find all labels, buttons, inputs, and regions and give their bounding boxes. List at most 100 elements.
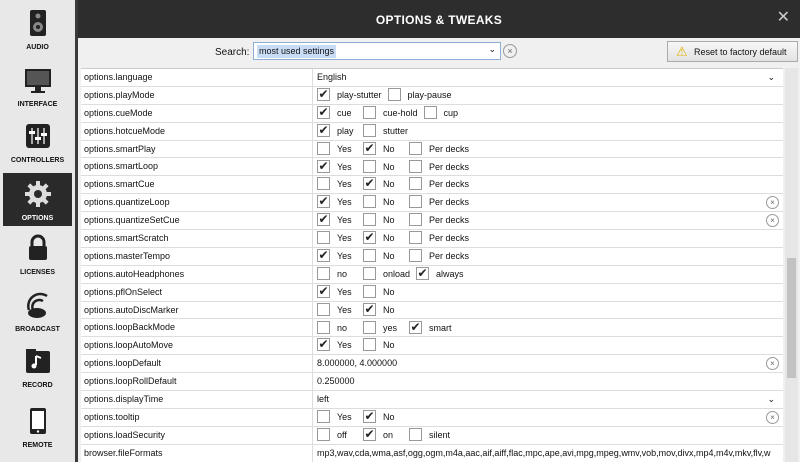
checkbox[interactable]	[317, 177, 330, 191]
option-choice: off	[317, 427, 357, 444]
scrollbar-thumb[interactable]	[787, 258, 796, 378]
sidebar-item-licenses[interactable]: LICENSES	[3, 227, 72, 280]
checkbox[interactable]	[317, 266, 330, 280]
checkbox[interactable]	[409, 231, 422, 245]
reset-option-icon[interactable]: ×	[766, 357, 779, 371]
option-choices: Yes ✔ No ×	[313, 409, 783, 426]
chevron-down-icon[interactable]: ⌄	[767, 391, 775, 408]
option-choice: Yes	[317, 176, 357, 193]
search-input[interactable]: most used settings ⌄	[253, 42, 501, 60]
option-choice: ✔ play	[317, 123, 357, 140]
chevron-down-icon[interactable]: ⌄	[767, 69, 775, 86]
checkbox[interactable]	[409, 159, 422, 173]
checkbox-checked[interactable]: ✔	[363, 410, 376, 424]
checkbox-checked[interactable]: ✔	[409, 320, 422, 334]
option-text-field[interactable]: 0.250000	[313, 373, 783, 390]
option-dropdown[interactable]: English ⌄	[313, 69, 783, 86]
checkbox[interactable]	[387, 88, 401, 102]
checkbox[interactable]	[363, 284, 376, 298]
checkbox[interactable]	[363, 213, 376, 227]
checkbox-checked[interactable]: ✔	[363, 302, 376, 316]
checkbox-label: Per decks	[429, 161, 470, 172]
checkbox-checked[interactable]: ✔	[317, 105, 330, 119]
option-choice: cue-hold	[363, 105, 418, 122]
checkbox-checked[interactable]: ✔	[363, 427, 376, 441]
close-button[interactable]: ✕	[777, 9, 790, 27]
checkbox[interactable]	[317, 302, 330, 316]
option-row: options.quantizeSetCue ✔ Yes No Per decks ×	[81, 212, 783, 231]
checkbox[interactable]	[409, 195, 422, 209]
checkbox-checked[interactable]: ✔	[363, 231, 376, 245]
checkbox[interactable]	[363, 338, 376, 352]
option-choices: no onload ✔ always	[313, 266, 783, 283]
checkbox[interactable]	[409, 141, 422, 155]
sidebar-item-interface[interactable]: INTERFACE	[3, 59, 72, 112]
checkbox[interactable]	[409, 249, 422, 263]
option-choices: Yes ✔ No	[313, 302, 783, 319]
option-row: browser.fileFormats mp3,wav,cda,wma,asf,o…	[81, 444, 783, 462]
option-text-field[interactable]: 8.000000, 4.000000 ×	[313, 355, 783, 372]
option-choice: ✔ play-stutter	[317, 87, 382, 104]
checkbox[interactable]	[423, 105, 437, 119]
option-choices: Yes ✔ No Per decks	[313, 230, 783, 247]
reset-option-icon[interactable]: ×	[766, 196, 779, 210]
checkbox-checked[interactable]: ✔	[317, 123, 330, 137]
scrollbar[interactable]	[785, 68, 798, 462]
checkbox-checked[interactable]: ✔	[416, 266, 430, 280]
checkbox-checked[interactable]: ✔	[317, 338, 330, 352]
option-choice: ✔ No	[363, 302, 403, 319]
checkbox-label: on	[383, 429, 394, 440]
option-row: options.tooltip Yes ✔ No ×	[81, 408, 783, 427]
checkbox[interactable]	[317, 427, 330, 441]
reset-option-icon[interactable]: ×	[766, 214, 779, 228]
checkbox-label: cue	[337, 107, 352, 118]
reset-factory-default-button[interactable]: ⚠ Reset to factory default	[667, 41, 798, 62]
checkbox-checked[interactable]: ✔	[317, 159, 330, 173]
checkbox-label: onload	[383, 268, 411, 279]
checkbox[interactable]	[409, 213, 422, 227]
checkbox-checked[interactable]: ✔	[363, 177, 376, 191]
checkbox[interactable]	[363, 159, 376, 173]
checkbox[interactable]	[363, 123, 376, 137]
sidebar-item-controllers[interactable]: CONTROLLERS	[3, 115, 72, 168]
checkbox[interactable]	[317, 320, 330, 334]
checkbox[interactable]	[409, 427, 422, 441]
checkbox-checked[interactable]: ✔	[317, 213, 330, 227]
reset-option-icon[interactable]: ×	[766, 410, 779, 424]
checkbox-checked[interactable]: ✔	[317, 88, 330, 102]
sidebar-item-broadcast[interactable]: BROADCAST	[3, 284, 72, 337]
checkbox-checked[interactable]: ✔	[317, 249, 330, 263]
checkbox-checked[interactable]: ✔	[317, 195, 330, 209]
checkbox[interactable]	[317, 141, 330, 155]
checkbox[interactable]	[363, 105, 376, 119]
sidebar: AUDIO INTERFACE CONTROLLERS OPTIONS LICE…	[0, 0, 75, 462]
clear-search-icon[interactable]: ×	[503, 44, 517, 58]
checkbox-checked[interactable]: ✔	[317, 284, 330, 298]
checkbox[interactable]	[363, 266, 376, 280]
checkbox[interactable]	[363, 249, 376, 263]
option-text-field[interactable]: mp3,wav,cda,wma,asf,ogg,ogm,m4a,aac,aif,…	[313, 445, 783, 462]
sidebar-item-options[interactable]: OPTIONS	[3, 173, 72, 226]
warning-icon: ⚠	[676, 44, 688, 59]
chevron-down-icon[interactable]: ⌄	[488, 44, 496, 55]
monitor-icon	[24, 69, 51, 93]
checkbox[interactable]	[317, 231, 330, 245]
sidebar-item-label: REMOTE	[22, 442, 53, 449]
option-name: options.autoDiscMarker	[81, 301, 313, 319]
option-name: options.cueMode	[81, 104, 313, 122]
checkbox-label: always	[436, 268, 464, 279]
checkbox-label: No	[383, 143, 395, 154]
option-row: options.smartLoop ✔ Yes No Per decks	[81, 158, 783, 177]
checkbox[interactable]	[409, 177, 422, 191]
checkbox-checked[interactable]: ✔	[363, 141, 376, 155]
sidebar-item-audio[interactable]: AUDIO	[3, 2, 72, 55]
checkbox-label: Per decks	[429, 251, 470, 262]
sidebar-item-record[interactable]: RECORD	[3, 340, 72, 393]
checkbox[interactable]	[363, 195, 376, 209]
checkbox[interactable]	[317, 410, 330, 424]
sliders-icon	[25, 124, 50, 148]
sidebar-item-remote[interactable]: REMOTE	[3, 400, 72, 453]
checkbox[interactable]	[363, 320, 376, 334]
option-dropdown[interactable]: left ⌄	[313, 391, 783, 408]
option-choice: Per decks	[409, 230, 469, 247]
